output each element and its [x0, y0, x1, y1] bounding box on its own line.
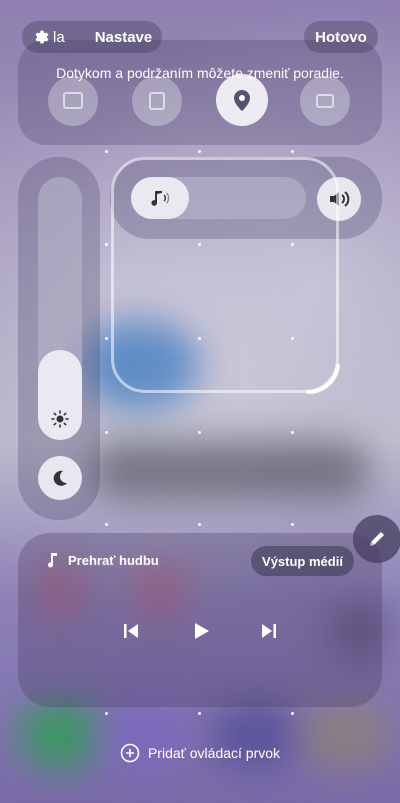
grid-dot — [291, 150, 294, 153]
grid-dot — [291, 523, 294, 526]
media-output-button[interactable]: Výstup médií — [251, 546, 354, 576]
quick-tile-cards[interactable] — [300, 76, 350, 126]
grid-dot — [105, 150, 108, 153]
grid-dot — [291, 712, 294, 715]
settings-chip[interactable]: la Nastave — [22, 21, 162, 53]
note-icon — [149, 92, 165, 110]
done-label: Hotovo — [315, 28, 367, 46]
resize-frame — [111, 157, 339, 393]
grid-dot — [198, 712, 201, 715]
grid-dot — [291, 243, 294, 246]
grid-dot — [105, 431, 108, 434]
play-music-label: Prehrať hudbu — [68, 552, 159, 568]
previous-icon[interactable] — [122, 622, 140, 640]
background-blur-blob — [90, 440, 370, 500]
cast-icon — [63, 92, 83, 109]
grid-dot — [291, 431, 294, 434]
play-icon[interactable] — [192, 622, 210, 640]
grid-dot — [105, 712, 108, 715]
grid-dot — [198, 431, 201, 434]
sun-icon — [51, 410, 69, 428]
add-circle-icon — [120, 743, 140, 763]
next-icon[interactable] — [260, 622, 278, 640]
gear-icon — [35, 30, 49, 44]
grid-dot — [291, 337, 294, 340]
night-mode-button[interactable] — [38, 456, 82, 500]
location-icon — [234, 90, 250, 111]
settings-label: Nastave — [94, 28, 153, 46]
resize-handle[interactable] — [300, 360, 344, 398]
moon-icon — [53, 470, 67, 486]
cards-icon — [316, 94, 334, 108]
reorder-hint: Dotykom a podržaním môžete zmeniť poradi… — [56, 65, 344, 81]
grid-dot — [105, 337, 108, 340]
add-control-label: Pridať ovládací prvok — [147, 745, 281, 761]
grid-dot — [198, 337, 201, 340]
add-control-button[interactable]: Pridať ovládací prvok — [0, 743, 400, 763]
grid-dot — [105, 523, 108, 526]
play-music-label-row[interactable]: Prehrať hudbu — [46, 552, 159, 568]
media-output-label: Výstup médií — [262, 553, 343, 569]
quick-tile-note[interactable] — [132, 76, 182, 126]
quick-tile-location[interactable] — [216, 74, 268, 126]
grid-dot — [198, 150, 201, 153]
done-button[interactable]: Hotovo — [304, 21, 378, 53]
grid-dot — [198, 243, 201, 246]
quick-tile-cast[interactable] — [48, 76, 98, 126]
grid-dot — [198, 523, 201, 526]
settings-chip-prefix: la — [53, 28, 65, 46]
grid-dot — [105, 243, 108, 246]
music-note-icon — [48, 553, 57, 568]
